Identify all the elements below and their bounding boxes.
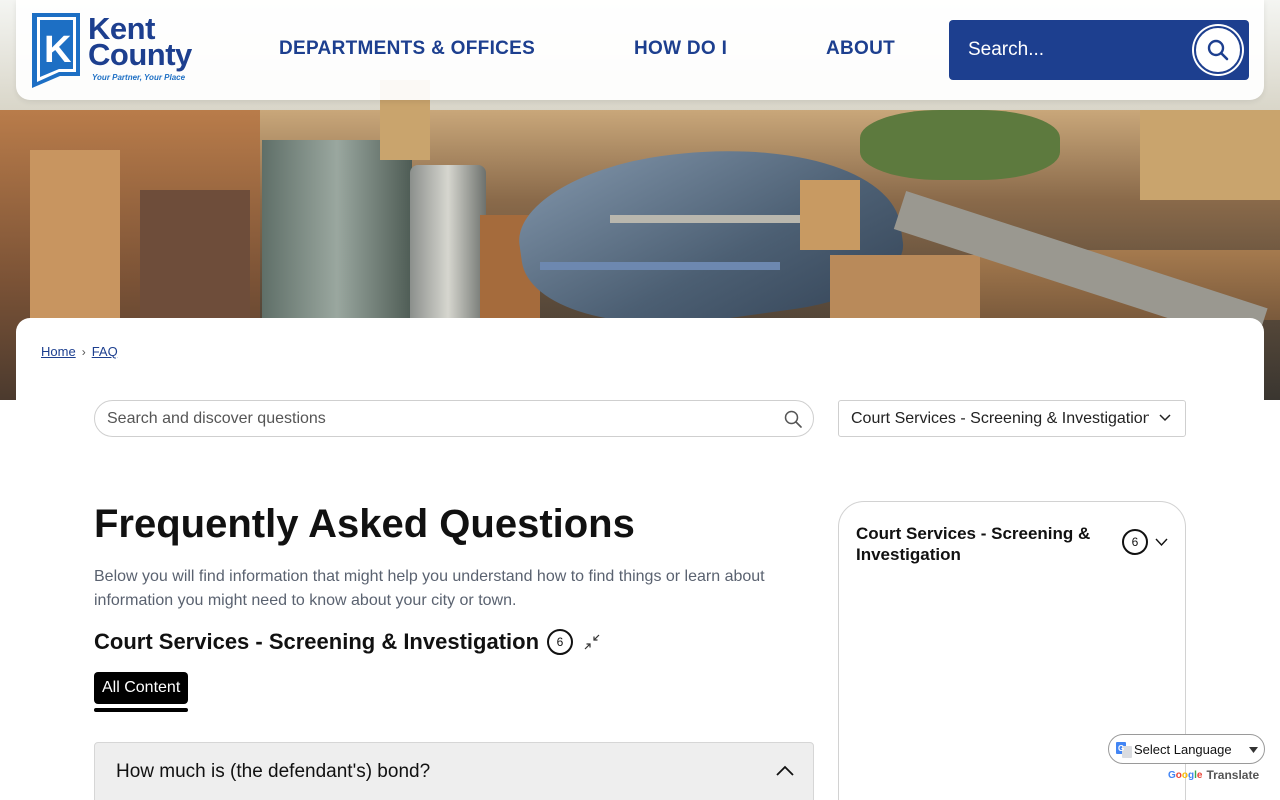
section-title: Court Services - Screening & Investigati… [94,629,540,654]
hero-tower-round [410,165,486,320]
svg-text:G: G [1118,744,1124,753]
site-search-input[interactable] [949,20,1189,80]
logo-mark-icon: K [32,13,80,88]
hero-bridge [610,215,810,223]
breadcrumb-home[interactable]: Home [41,344,76,359]
nav-about[interactable]: ABOUT [826,38,895,60]
tab-all-content[interactable]: All Content [94,672,189,704]
google-wordmark: Google [1168,769,1203,781]
category-select-value: Court Services - Screening & Investigati… [851,410,1149,427]
breadcrumb: Home › FAQ [41,344,118,359]
collapse-arrows-icon[interactable] [583,633,601,651]
nav-how-do-i[interactable]: HOW DO I [634,38,727,60]
search-icon[interactable] [784,410,802,428]
breadcrumb-faq[interactable]: FAQ [92,344,118,359]
powered-by-google-translate[interactable]: Google Translate [1168,768,1259,782]
side-panel-count-badge: 6 [1122,529,1148,555]
chevron-up-icon [776,765,794,776]
hero-building [830,255,980,320]
hero-bridge [540,262,780,270]
question-count-badge: 6 [547,629,574,655]
select-language-dropdown[interactable]: G Select Language [1108,734,1265,764]
google-translate-icon: G [1116,742,1132,758]
category-select[interactable]: Court Services - Screening & Investigati… [838,400,1186,437]
page-intro: Below you will find information that mig… [94,568,765,609]
svg-text:K: K [44,29,72,71]
search-icon [1207,39,1229,61]
side-panel-title[interactable]: Court Services - Screening & Investigati… [856,523,1106,565]
faq-search-input[interactable] [95,401,775,436]
breadcrumb-separator: › [81,344,86,359]
site-logo[interactable]: K Kent County Your Partner, Your Place [30,10,212,90]
site-header: K Kent County Your Partner, Your Place D… [16,0,1264,100]
chevron-down-icon[interactable] [1155,538,1168,547]
chevron-down-icon [1249,747,1258,753]
nav-departments-offices[interactable]: DEPARTMENTS & OFFICES [279,38,535,60]
hero-tower-glass [262,140,412,320]
tab-active-indicator [94,708,188,712]
hero-trees [860,110,1060,180]
faq-search [94,400,814,437]
google-translate-widget: G Select Language Google Translate [1108,734,1265,790]
hero-building [1140,110,1280,200]
site-search [949,20,1249,80]
faq-question-item[interactable]: How much is (the defendant's) bond? [94,742,814,800]
select-language-label: Select Language [1134,742,1232,757]
chevron-down-icon [1159,414,1171,422]
page-title: Frequently Asked Questions [94,502,635,546]
translate-word: Translate [1206,768,1260,782]
main-content: Home › FAQ Court Services - Screening & … [16,318,1264,800]
hero-building [800,180,860,250]
logo-name-line2: County [88,37,192,72]
logo-name: Kent County [88,13,192,72]
faq-section-header: Court Services - Screening & Investigati… [94,629,601,655]
logo-tagline: Your Partner, Your Place [92,73,186,82]
site-search-button[interactable] [1194,26,1242,74]
faq-question-text: How much is (the defendant's) bond? [116,761,431,782]
